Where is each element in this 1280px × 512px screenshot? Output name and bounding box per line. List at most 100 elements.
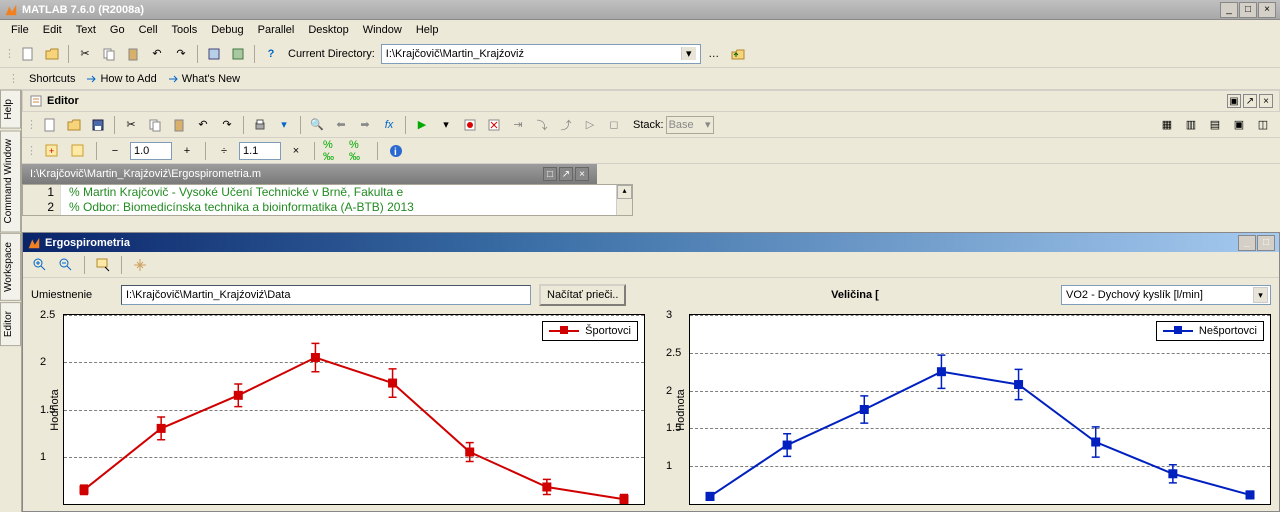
load-folder-button[interactable]: Načítať prieči.. <box>539 284 626 306</box>
menu-tools[interactable]: Tools <box>165 22 205 38</box>
pan-icon[interactable] <box>129 254 151 276</box>
tile-3-icon[interactable]: ▤ <box>1204 114 1226 136</box>
increment-icon[interactable]: + <box>176 140 198 162</box>
sidetab-help[interactable]: Help <box>0 90 21 129</box>
main-toolbar: ⋮ ✂ ↶ ↷ ? Current Directory: I:\Krajčovi… <box>0 40 1280 68</box>
menu-text[interactable]: Text <box>69 22 103 38</box>
tab-undock-icon[interactable]: ↗ <box>559 167 573 181</box>
fig-minimize-button[interactable]: _ <box>1238 235 1256 251</box>
tile-2-icon[interactable]: ▥ <box>1180 114 1202 136</box>
current-dir-select[interactable]: I:\Krajčovič\Martin_Krajźoviź ▾ <box>381 44 701 64</box>
quantity-dropdown[interactable]: VO2 - Dychový kyslík [l/min] ▾ <box>1061 285 1271 305</box>
paste-icon[interactable] <box>168 114 190 136</box>
undo-icon[interactable]: ↶ <box>146 43 168 65</box>
cell-toolbar: ⋮ + − + ÷ × %‰ %‰ i <box>22 138 1280 164</box>
fig-maximize-button[interactable]: □ <box>1257 235 1275 251</box>
simulink-icon[interactable] <box>203 43 225 65</box>
multiply-icon[interactable]: × <box>285 140 307 162</box>
stop-debug-icon[interactable]: ◻ <box>603 114 625 136</box>
menu-go[interactable]: Go <box>103 22 132 38</box>
continue-icon[interactable]: ▷ <box>579 114 601 136</box>
stack-select[interactable]: Base▾ <box>666 116 714 134</box>
step-out-icon[interactable]: ⤴ <box>555 114 577 136</box>
cell-value-1[interactable] <box>130 142 172 160</box>
chevron-down-icon[interactable]: ▾ <box>681 47 696 60</box>
editor-dock-icon[interactable]: ▣ <box>1227 94 1241 108</box>
cell-value-2[interactable] <box>239 142 281 160</box>
app-title: MATLAB 7.6.0 (R2008a) <box>22 4 1220 16</box>
undo-icon[interactable]: ↶ <box>192 114 214 136</box>
tile-5-icon[interactable]: ◫ <box>1252 114 1274 136</box>
open-icon[interactable] <box>63 114 85 136</box>
tile-4-icon[interactable]: ▣ <box>1228 114 1250 136</box>
tab-dock-icon[interactable]: □ <box>543 167 557 181</box>
matlab-icon <box>4 3 18 17</box>
zoom-out-icon[interactable] <box>55 254 77 276</box>
breakpoint-clear-icon[interactable] <box>483 114 505 136</box>
whatsnew-link[interactable]: What's New <box>167 73 240 85</box>
menu-file[interactable]: File <box>4 22 36 38</box>
decrement-icon[interactable]: − <box>104 140 126 162</box>
menu-window[interactable]: Window <box>356 22 409 38</box>
print-icon[interactable] <box>249 114 271 136</box>
function-browser-icon[interactable]: fx <box>378 114 400 136</box>
menu-cell[interactable]: Cell <box>132 22 165 38</box>
minimize-button[interactable]: _ <box>1220 2 1238 18</box>
menu-desktop[interactable]: Desktop <box>301 22 355 38</box>
browse-dir-button[interactable]: … <box>703 43 725 65</box>
cell-insert2-icon[interactable]: %‰ <box>348 140 370 162</box>
chart-nesportovci: Hodnota Nešportovci 11.522.53 <box>689 314 1271 505</box>
cell-insert-icon[interactable]: %‰ <box>322 140 344 162</box>
divide-icon[interactable]: ÷ <box>213 140 235 162</box>
forward-icon[interactable]: ➡ <box>354 114 376 136</box>
chevron-down-icon[interactable]: ▾ <box>1253 287 1268 303</box>
copy-icon[interactable] <box>98 43 120 65</box>
open-file-icon[interactable] <box>41 43 63 65</box>
step-in-icon[interactable]: ⤵ <box>531 114 553 136</box>
location-input[interactable] <box>121 285 531 305</box>
sidetab-command-window[interactable]: Command Window <box>0 130 21 232</box>
back-icon[interactable]: ⬅ <box>330 114 352 136</box>
new-script-icon[interactable] <box>39 114 61 136</box>
code-file-tab[interactable]: I:\Krajčovič\Martin_Krajźoviź\Ergospirom… <box>22 164 597 184</box>
guide-icon[interactable] <box>227 43 249 65</box>
close-button[interactable]: × <box>1258 2 1276 18</box>
editor-toolbar: ⋮ ✂ ↶ ↷ ▾ 🔍 ⬅ ➡ fx ▶ ▾ ⇥ ⤵ ⤴ ▷ <box>22 112 1280 138</box>
run-dropdown-icon[interactable]: ▾ <box>435 114 457 136</box>
code-scrollbar[interactable]: ▴ <box>616 185 632 215</box>
code-text[interactable]: % Martin Krajčovič - Vysoké Učení Techni… <box>61 185 616 215</box>
editor-close-icon[interactable]: × <box>1259 94 1273 108</box>
new-file-icon[interactable] <box>17 43 39 65</box>
breakpoint-set-icon[interactable] <box>459 114 481 136</box>
redo-icon[interactable]: ↷ <box>216 114 238 136</box>
sidetab-editor[interactable]: Editor <box>0 302 21 346</box>
cut-icon[interactable]: ✂ <box>74 43 96 65</box>
howto-add-link[interactable]: How to Add <box>85 73 156 85</box>
find-icon[interactable]: 🔍 <box>306 114 328 136</box>
copy-icon[interactable] <box>144 114 166 136</box>
run-icon[interactable]: ▶ <box>411 114 433 136</box>
info-icon[interactable]: i <box>385 140 407 162</box>
sidetab-workspace[interactable]: Workspace <box>0 233 21 301</box>
parent-dir-icon[interactable] <box>727 43 749 65</box>
menu-debug[interactable]: Debug <box>204 22 250 38</box>
cut-icon[interactable]: ✂ <box>120 114 142 136</box>
menu-help[interactable]: Help <box>409 22 446 38</box>
help-icon[interactable]: ? <box>260 43 282 65</box>
tile-1-icon[interactable]: ▦ <box>1156 114 1178 136</box>
redo-icon[interactable]: ↷ <box>170 43 192 65</box>
cell-eval-icon[interactable]: + <box>41 140 63 162</box>
menu-parallel[interactable]: Parallel <box>251 22 302 38</box>
publish-icon[interactable]: ▾ <box>273 114 295 136</box>
step-icon[interactable]: ⇥ <box>507 114 529 136</box>
editor-undock-icon[interactable]: ↗ <box>1243 94 1257 108</box>
zoom-in-icon[interactable] <box>29 254 51 276</box>
paste-icon[interactable] <box>122 43 144 65</box>
save-icon[interactable] <box>87 114 109 136</box>
maximize-button[interactable]: □ <box>1239 2 1257 18</box>
shortcuts-bar: ⋮ Shortcuts How to Add What's New <box>0 68 1280 90</box>
tab-close-icon[interactable]: × <box>575 167 589 181</box>
menu-edit[interactable]: Edit <box>36 22 69 38</box>
data-cursor-icon[interactable] <box>92 254 114 276</box>
cell-eval-advance-icon[interactable] <box>67 140 89 162</box>
